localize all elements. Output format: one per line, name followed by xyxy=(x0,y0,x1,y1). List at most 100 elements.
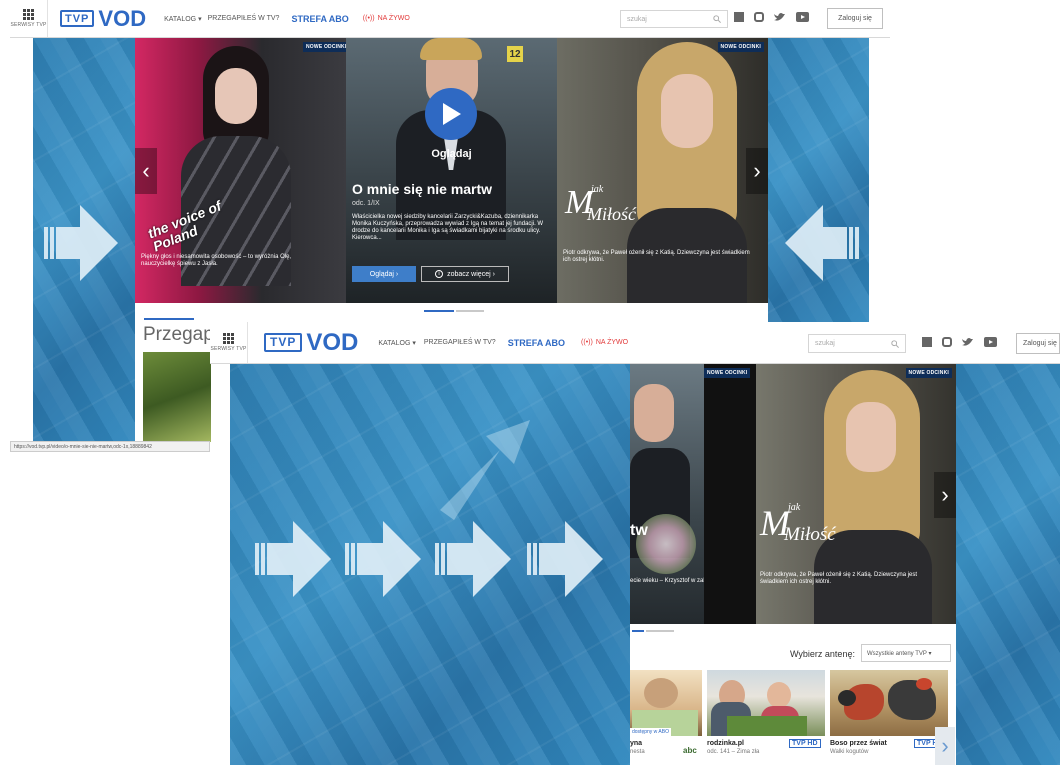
facebook-icon[interactable] xyxy=(734,12,744,22)
antenna-label: Wybierz antenę: xyxy=(790,649,855,659)
slide-partial-left[interactable]: tw ecie wieku – Krzysztof w zakładzie xyxy=(630,364,704,624)
card-list: dostępny w ABO yna nesta abc rodzinka.pl… xyxy=(630,670,956,765)
search-placeholder: szukaj xyxy=(815,340,835,347)
bottom-slider: tw ecie wieku – Krzysztof w zakładzie NO… xyxy=(630,364,956,624)
pager-dot[interactable] xyxy=(456,310,484,312)
diagonal-arrow-icon xyxy=(440,420,530,520)
search-icon xyxy=(891,339,899,348)
tvp-logo-box: TVP xyxy=(60,10,95,27)
missed-thumbnail[interactable] xyxy=(143,352,211,442)
youtube-icon[interactable] xyxy=(984,337,997,347)
slider-next-arrow[interactable]: › xyxy=(746,148,768,194)
vod-logo-text: VOD xyxy=(306,328,359,356)
search-icon xyxy=(713,15,721,23)
slide-o-mnie-sie-nie-martw[interactable]: 12 Oglądaj O mnie się nie martw odc. 1/I… xyxy=(346,38,557,303)
play-icon xyxy=(443,103,461,125)
nav-przegapiles[interactable]: PRZEGAPIŁEŚ W TV? xyxy=(208,15,280,22)
slide-episode: odc. 1/IX xyxy=(352,200,380,207)
new-episodes-badge-right: NOWE ODCINKI xyxy=(905,368,952,378)
facebook-icon[interactable] xyxy=(922,337,932,347)
instagram-icon[interactable] xyxy=(942,337,952,347)
program-card[interactable]: rodzinka.pl odc. 141 – Zima zła TVP HD xyxy=(707,670,825,765)
section-divider xyxy=(144,318,194,320)
top-slider-pagination xyxy=(424,310,486,312)
search-input-bottom[interactable]: szukaj xyxy=(808,334,906,353)
pager-dot-active[interactable] xyxy=(424,310,454,312)
instagram-icon[interactable] xyxy=(754,12,764,22)
login-button-bottom[interactable]: Zaloguj się xyxy=(1016,333,1060,354)
nav-przegapiles[interactable]: PRZEGAPIŁEŚ W TV? xyxy=(424,339,496,346)
tvp-vod-logo[interactable]: TVP VOD xyxy=(60,5,147,31)
see-more-button[interactable]: i zobacz więcej › xyxy=(421,266,509,282)
age-rating-badge: 12 xyxy=(507,46,523,62)
card-title: yna xyxy=(630,740,643,747)
live-icon: ((•)) xyxy=(362,15,375,22)
channel-logo: abc xyxy=(683,746,697,755)
services-label: SERWISY TVP xyxy=(210,346,247,352)
channel-logo: TVP HD xyxy=(789,739,821,748)
logo-jak: jak xyxy=(591,184,604,195)
card-subtitle: nesta xyxy=(630,749,645,755)
nav-strefa-abo[interactable]: STREFA ABO xyxy=(291,14,348,24)
tvp-vod-logo-bottom[interactable]: TVP VOD xyxy=(264,328,359,356)
play-button[interactable] xyxy=(425,88,477,140)
slide-m-jak-milosc-bottom[interactable]: M jak Miłość Piotr odkrywa, że Paweł oże… xyxy=(756,364,956,624)
slider-prev-arrow[interactable]: ‹ xyxy=(135,148,157,194)
main-nav: KATALOG ▾ PRZEGAPIŁEŚ W TV? STREFA ABO (… xyxy=(164,14,410,24)
abo-badge: dostępny w ABO xyxy=(630,728,671,736)
right-arrow-icon-1 xyxy=(255,521,331,597)
status-url: https://vod.tvp.pl/video/o-mnie-sie-nie-… xyxy=(10,441,210,452)
grid-icon xyxy=(23,9,34,20)
social-links xyxy=(734,12,809,22)
nav-katalog[interactable]: KATALOG ▾ xyxy=(164,15,202,23)
slide-title: O mnie się nie martw xyxy=(352,181,493,197)
see-more-label: zobacz więcej › xyxy=(447,270,495,278)
services-menu-bottom[interactable]: SERWISY TVP xyxy=(210,322,248,363)
antenna-select[interactable]: Wszystkie anteny TVP ▾ xyxy=(861,644,951,662)
screenshot-canvas: SERWISY TVP TVP VOD KATALOG ▾ PRZEGAPIŁE… xyxy=(0,0,1060,765)
card-subtitle: Walki kogutów xyxy=(830,749,869,755)
nav-na-zywo[interactable]: NA ŻYWO xyxy=(596,339,628,346)
bottom-slider-pagination xyxy=(632,630,676,632)
twitter-icon[interactable] xyxy=(774,12,786,22)
info-icon: i xyxy=(435,270,444,278)
search-input[interactable]: szukaj xyxy=(620,10,728,28)
login-label: Zaloguj się xyxy=(1023,340,1057,347)
left-arrow-icon xyxy=(785,205,859,281)
pager-dot-active[interactable] xyxy=(632,630,644,632)
nav-katalog[interactable]: KATALOG ▾ xyxy=(378,339,416,347)
watch-button[interactable]: Oglądaj › xyxy=(352,266,416,282)
program-card[interactable]: dostępny w ABO yna nesta abc xyxy=(630,670,702,765)
twitter-icon[interactable] xyxy=(962,337,974,347)
nav-strefa-abo[interactable]: STREFA ABO xyxy=(508,338,565,348)
logo-jak: jak xyxy=(788,502,801,513)
m-jak-milosc-logo-bottom: M jak Miłość xyxy=(760,502,836,545)
slide-voice-of-poland[interactable]: the voice of Poland Piękny głos i niesam… xyxy=(135,38,346,303)
services-menu[interactable]: SERWISY TVP xyxy=(10,0,48,37)
right-arrow-icon xyxy=(44,205,118,281)
nav-na-zywo[interactable]: NA ŻYWO xyxy=(378,15,410,22)
new-episodes-badge: NOWE ODCINKI xyxy=(303,42,350,52)
bottom-right-background-pattern xyxy=(956,364,1060,765)
bottom-slider-next-arrow[interactable]: › xyxy=(934,472,956,518)
cards-next-arrow[interactable]: › xyxy=(935,727,955,765)
right-arrow-icon-2 xyxy=(345,521,421,597)
card-title: rodzinka.pl xyxy=(707,740,744,747)
slide-partial-caption: ecie wieku – Krzysztof w zakładzie xyxy=(630,578,704,584)
top-slider: the voice of Poland Piękny głos i niesam… xyxy=(135,38,768,303)
program-card[interactable]: Boso przez świat Walki kogutów TVP HD xyxy=(830,670,948,765)
card-thumbnail xyxy=(830,670,948,736)
pager-dot[interactable] xyxy=(646,630,674,632)
right-background-pattern xyxy=(768,38,869,325)
slide-description: Właścicielka nowej siedziby kancelarii Z… xyxy=(352,214,544,241)
play-label: Oglądaj xyxy=(431,148,472,160)
bottom-header: SERWISY TVP TVP VOD KATALOG ▾ PRZEGAPIŁE… xyxy=(210,322,1060,364)
login-button[interactable]: Zaloguj się xyxy=(827,8,883,29)
vod-logo-text: VOD xyxy=(98,5,147,31)
slide-m-jak-milosc[interactable]: M jak Miłość Piotr odkrywa, że Paweł oże… xyxy=(557,38,768,303)
social-links-bottom xyxy=(922,337,997,347)
youtube-icon[interactable] xyxy=(796,12,809,22)
m-jak-milosc-logo: M jak Miłość xyxy=(565,184,636,224)
new-episodes-badge-right: NOWE ODCINKI xyxy=(717,42,764,52)
live-icon: ((•)) xyxy=(581,339,593,346)
